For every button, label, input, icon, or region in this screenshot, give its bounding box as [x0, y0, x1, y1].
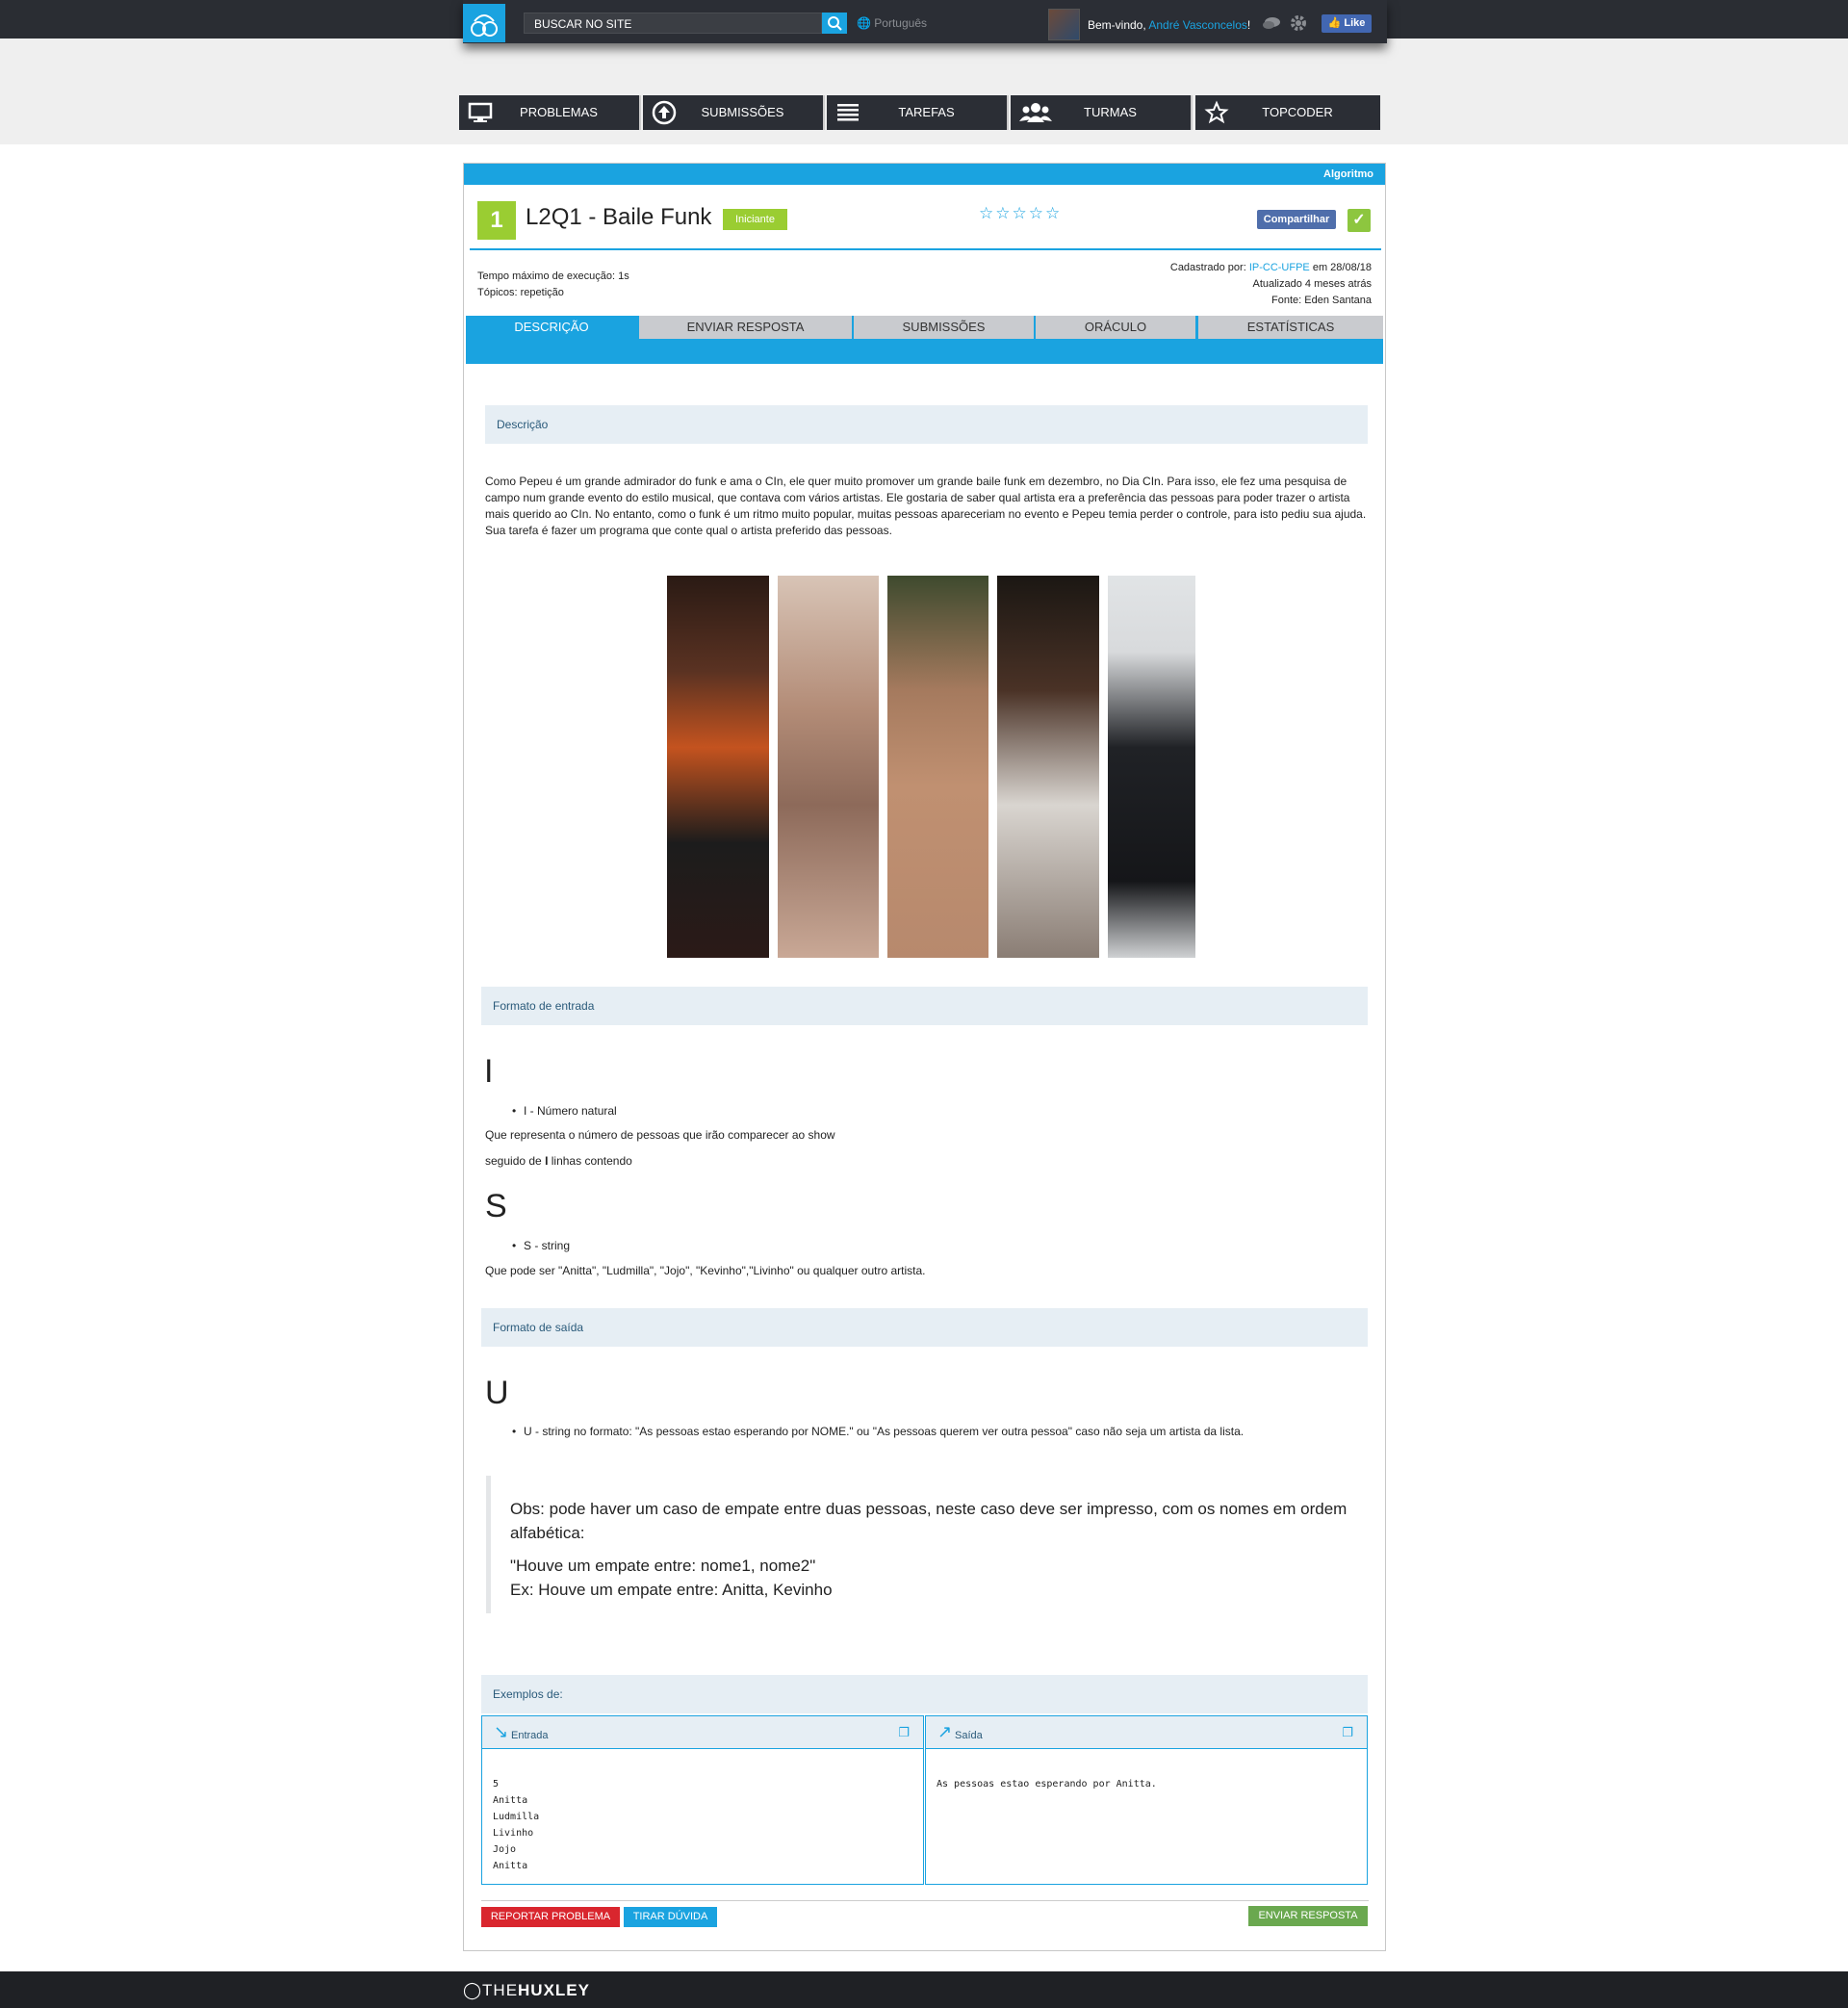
- input-line-2-suffix: linhas contendo: [551, 1154, 632, 1168]
- input-line-2: seguido de I linhas contendo: [485, 1153, 632, 1170]
- input-line-2-bold: I: [545, 1154, 549, 1168]
- nav-turmas[interactable]: TURMAS: [1011, 95, 1193, 130]
- artist-photo-1: [667, 576, 769, 958]
- search-input[interactable]: BUSCAR NO SITE: [524, 13, 822, 34]
- report-problem-button[interactable]: REPORTAR PROBLEMA: [481, 1907, 620, 1927]
- arrow-down-right-icon: ↘: [494, 1722, 509, 1741]
- output-bullet-u: U - string no formato: "As pessoas estao…: [512, 1425, 1244, 1438]
- page-title: L2Q1 - Baile Funk: [526, 204, 712, 230]
- nav-label: SUBMISSÕES: [701, 105, 784, 119]
- problem-meta-left: Tempo máximo de execução: 1s Tópicos: re…: [477, 269, 629, 301]
- footer-brand-light: THE: [482, 1981, 519, 1999]
- globe-icon: 🌐: [857, 16, 871, 30]
- updated-date: Atualizado 4 meses atrás: [1252, 278, 1372, 290]
- welcome-prefix: Bem-vindo,: [1088, 18, 1146, 32]
- share-button[interactable]: Compartilhar: [1257, 210, 1336, 229]
- welcome-message: Bem-vindo, André Vasconcelos!: [1088, 18, 1250, 32]
- search-button[interactable]: [822, 13, 847, 34]
- input-letter-i: I: [484, 1053, 494, 1090]
- exec-time: Tempo máximo de execução: 1s: [477, 270, 629, 282]
- obs-line-1: Obs: pode haver um caso de empate entre …: [510, 1500, 1348, 1542]
- thehuxley-logo-icon[interactable]: [463, 4, 505, 42]
- footer-logo-icon: ◯: [463, 1981, 483, 1999]
- example-input-label: Entrada: [511, 1730, 549, 1741]
- problem-category: Algoritmo: [464, 164, 1385, 185]
- welcome-suffix: !: [1246, 18, 1251, 32]
- example-output-label: Saída: [955, 1730, 983, 1741]
- example-input-box: ↘ Entrada ❐ 5 Anitta Ludmilla Livinho Jo…: [481, 1715, 924, 1885]
- language-label: Português: [874, 16, 927, 30]
- example-output-box: ↗ Saída ❐ As pessoas estao esperando por…: [925, 1715, 1368, 1885]
- tab-enviar-resposta[interactable]: ENVIAR RESPOSTA: [639, 316, 852, 339]
- language-selector[interactable]: 🌐 Português: [857, 16, 927, 30]
- description-text: Como Pepeu é um grande admirador do funk…: [485, 475, 1367, 537]
- input-letter-s: S: [485, 1188, 507, 1224]
- bottom-divider: [481, 1900, 1369, 1901]
- gear-icon[interactable]: [1290, 14, 1307, 32]
- artist-photo-3: [887, 576, 988, 958]
- problem-number: 1: [477, 201, 516, 240]
- example-input-text: 5 Anitta Ludmilla Livinho Jojo Anitta: [493, 1779, 540, 1871]
- facebook-like-button[interactable]: 👍 Like: [1322, 14, 1372, 33]
- input-line-3: Que pode ser "Anitta", "Ludmilla", "Jojo…: [485, 1264, 926, 1277]
- topics: Tópicos: repetição: [477, 287, 564, 298]
- example-output-header: ↗ Saída ❐: [926, 1716, 1367, 1749]
- title-divider: [470, 248, 1381, 250]
- tab-estatisticas[interactable]: ESTATÍSTICAS: [1198, 316, 1383, 339]
- input-bullet-i: I - Número natural: [512, 1104, 617, 1118]
- input-line-2-prefix: seguido de: [485, 1154, 542, 1168]
- level-badge: Iniciante: [723, 209, 787, 230]
- rating-stars[interactable]: ☆☆☆☆☆: [979, 204, 1062, 223]
- nav-problemas[interactable]: PROBLEMAS: [459, 95, 641, 130]
- submit-answer-button[interactable]: ENVIAR RESPOSTA: [1248, 1906, 1368, 1926]
- registered-by-label: Cadastrado por:: [1169, 262, 1246, 273]
- nav-submissoes[interactable]: SUBMISSÕES: [643, 95, 825, 130]
- input-line-1: Que representa o número de pessoas que i…: [485, 1128, 835, 1142]
- copy-icon[interactable]: ❐: [1342, 1725, 1353, 1740]
- avatar[interactable]: [1048, 9, 1080, 40]
- output-letter-u: U: [485, 1375, 509, 1411]
- tab-descricao[interactable]: DESCRIÇÃO: [466, 316, 637, 339]
- arrow-up-right-icon: ↗: [937, 1722, 953, 1741]
- obs-line-2: "Houve um empate entre: nome1, nome2": [510, 1557, 816, 1575]
- solved-check-icon: ✓: [1348, 209, 1371, 232]
- registered-by-link[interactable]: IP-CC-UFPE: [1249, 262, 1310, 273]
- nav-topcoder[interactable]: TOPCODER: [1195, 95, 1380, 130]
- footer-brand-bold: HUXLEY: [518, 1981, 590, 1999]
- input-bullet-s: S - string: [512, 1239, 570, 1252]
- nav-label: PROBLEMAS: [520, 105, 598, 119]
- messages-icon[interactable]: [1262, 15, 1281, 31]
- problem-meta-right: Cadastrado por: IP-CC-UFPE em 28/08/18 A…: [1059, 260, 1372, 309]
- like-label: Like: [1344, 17, 1366, 29]
- search-icon: [828, 16, 842, 31]
- nav-label: TURMAS: [1084, 105, 1137, 119]
- tab-oraculo[interactable]: ORÁCULO: [1036, 316, 1195, 339]
- problem-source: Fonte: Eden Santana: [1271, 295, 1372, 306]
- artist-photo-5: [1108, 576, 1195, 958]
- artist-photo-2: [778, 576, 879, 958]
- footer-logo[interactable]: ◯THEHUXLEY: [463, 1981, 590, 2000]
- thumbs-up-icon: 👍: [1327, 17, 1342, 29]
- example-input-header: ↘ Entrada ❐: [482, 1716, 923, 1749]
- output-format-header: Formato de saída: [481, 1308, 1368, 1347]
- artist-photo-4: [997, 576, 1099, 958]
- obs-blockquote: Obs: pode haver um caso de empate entre …: [486, 1476, 1367, 1613]
- input-format-header: Formato de entrada: [481, 987, 1368, 1025]
- copy-icon[interactable]: ❐: [898, 1725, 910, 1740]
- nav-label: TAREFAS: [898, 105, 955, 119]
- registered-on: em 28/08/18: [1312, 262, 1372, 273]
- description-header: Descrição: [485, 405, 1368, 444]
- ask-doubt-button[interactable]: TIRAR DÚVIDA: [624, 1907, 717, 1927]
- nav-tarefas[interactable]: TAREFAS: [827, 95, 1009, 130]
- tab-submissoes[interactable]: SUBMISSÕES: [854, 316, 1034, 339]
- example-output-text: As pessoas estao esperando por Anitta.: [937, 1779, 1157, 1789]
- obs-line-3: Ex: Houve um empate entre: Anitta, Kevin…: [510, 1581, 833, 1599]
- footer: [0, 1971, 1848, 2008]
- user-name-link[interactable]: André Vasconcelos: [1148, 18, 1247, 32]
- nav-label: TOPCODER: [1262, 105, 1333, 119]
- examples-header: Exemplos de:: [481, 1675, 1368, 1713]
